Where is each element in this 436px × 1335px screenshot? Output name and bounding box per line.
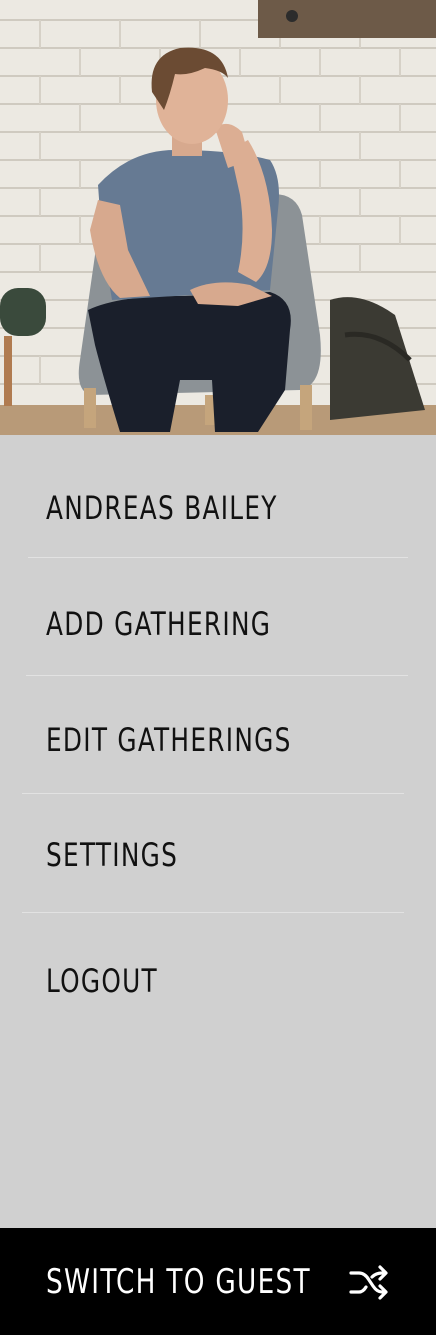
menu-item-settings[interactable]: SETTINGS — [46, 825, 178, 885]
menu-item-logout[interactable]: LOGOUT — [46, 951, 158, 1011]
menu-divider — [22, 793, 404, 794]
menu-divider — [26, 675, 408, 676]
menu-item-add-gathering[interactable]: ADD GATHERING — [46, 594, 271, 654]
switch-to-guest-label: SWITCH TO GUEST — [46, 1262, 311, 1302]
switch-to-guest-button[interactable]: SWITCH TO GUEST — [0, 1228, 436, 1335]
side-menu: ANDREAS BAILEY ADD GATHERING EDIT GATHER… — [0, 435, 436, 1228]
menu-item-edit-gatherings[interactable]: EDIT GATHERINGS — [46, 710, 292, 770]
shuffle-icon — [349, 1265, 388, 1300]
menu-divider — [22, 912, 404, 913]
profile-photo — [0, 0, 436, 435]
menu-divider — [28, 557, 408, 558]
menu-item-profile-name[interactable]: ANDREAS BAILEY — [46, 478, 278, 538]
